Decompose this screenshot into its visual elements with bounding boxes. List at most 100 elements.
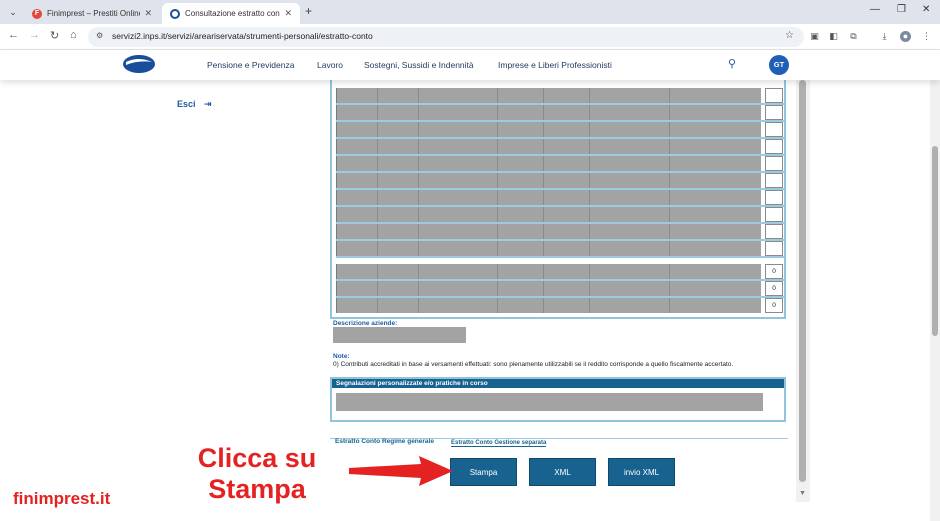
avatar[interactable]: GT xyxy=(769,55,789,75)
profile-icon[interactable]: ● xyxy=(900,31,911,42)
close-window-icon[interactable]: ✕ xyxy=(922,4,930,15)
url-text: servizi2.inps.it/servizi/areariservata/s… xyxy=(112,31,373,41)
table-row xyxy=(336,105,784,122)
close-tab-icon[interactable]: ✕ xyxy=(284,8,292,19)
reload-icon[interactable]: ↻ xyxy=(50,29,59,42)
finimprest-favicon-icon: F xyxy=(32,8,42,19)
logout-link[interactable]: Esci ⇥ xyxy=(177,99,212,110)
table-row xyxy=(336,224,784,241)
table-cell xyxy=(765,207,783,222)
table-row xyxy=(336,122,784,139)
row-separator xyxy=(336,256,784,258)
brand-watermark: finimprest.it xyxy=(13,489,111,508)
redacted-cells xyxy=(336,224,761,239)
redacted-cells xyxy=(336,241,761,256)
table-cell: 0 xyxy=(765,264,783,279)
table-cell xyxy=(765,122,783,137)
tab-regime-generale[interactable]: Estratto Conto Regime generale xyxy=(335,438,434,445)
redacted-cells xyxy=(336,190,761,205)
home-icon[interactable]: ⌂ xyxy=(70,29,77,41)
table-row xyxy=(336,139,784,156)
table-cell xyxy=(765,105,783,120)
browser-toolbar: ← → ↻ ⌂ ⚙ servizi2.inps.it/servizi/arear… xyxy=(0,24,940,50)
redacted-cells xyxy=(336,156,761,171)
search-icon[interactable]: ⚲ xyxy=(728,57,736,70)
close-tab-icon[interactable]: ✕ xyxy=(144,8,152,19)
tab-finimprest[interactable]: F Finimprest – Prestiti Online | Fi ✕ xyxy=(24,3,160,24)
extension-icon[interactable]: ▣ xyxy=(809,31,820,42)
nav-lavoro[interactable]: Lavoro xyxy=(317,60,343,70)
extension-badge-icon[interactable]: ◧ xyxy=(828,31,839,42)
table-cell xyxy=(765,190,783,205)
extensions-puzzle-icon[interactable]: ⧉ xyxy=(848,31,859,42)
inps-logo-icon[interactable] xyxy=(121,54,157,74)
table-cell xyxy=(765,156,783,171)
table-row xyxy=(336,88,784,105)
table-row xyxy=(336,207,784,224)
table-cell xyxy=(765,241,783,256)
print-button[interactable]: Stampa xyxy=(450,458,517,486)
restore-icon[interactable]: ❐ xyxy=(897,4,906,15)
notes-label: Note: xyxy=(333,353,350,360)
redacted-cells xyxy=(336,88,761,103)
tab-search-icon[interactable]: ⌄ xyxy=(6,5,20,19)
nav-imprese[interactable]: Imprese e Liberi Professionisti xyxy=(498,60,612,70)
inner-scrollbar[interactable]: ▼ xyxy=(796,80,810,502)
page-scrollbar[interactable] xyxy=(930,80,940,521)
inner-scroll-thumb[interactable] xyxy=(799,80,806,482)
table-cell xyxy=(765,88,783,103)
address-bar[interactable]: ⚙ servizi2.inps.it/servizi/areariservata… xyxy=(88,27,804,47)
callout-text: Clicca su Stampa xyxy=(197,443,317,504)
callout-arrow-icon xyxy=(349,456,453,486)
nav-pensione[interactable]: Pensione e Previdenza xyxy=(207,60,294,70)
table-row: 0 xyxy=(336,264,784,281)
logout-label: Esci xyxy=(177,99,196,109)
page-scroll-thumb[interactable] xyxy=(932,146,938,336)
bookmark-star-icon[interactable]: ☆ xyxy=(785,30,794,41)
tab-gestione-separata[interactable]: Estratto Conto Gestione separata xyxy=(451,440,547,447)
download-icon[interactable]: ⤓ xyxy=(879,31,890,42)
table-row: 0 xyxy=(336,298,784,313)
redacted-cells xyxy=(336,298,761,313)
site-info-icon[interactable]: ⚙ xyxy=(96,31,103,40)
companies-description-redacted xyxy=(333,327,466,343)
logout-icon: ⇥ xyxy=(204,99,212,109)
browser-tab-strip: ⌄ F Finimprest – Prestiti Online | Fi ✕ … xyxy=(0,0,940,24)
table-row xyxy=(336,241,784,258)
table-cell xyxy=(765,224,783,239)
table-cell xyxy=(765,139,783,154)
contributions-table: 0 0 0 xyxy=(330,80,786,319)
table-cell xyxy=(765,173,783,188)
table-row xyxy=(336,173,784,190)
tab-estratto-conto[interactable]: Consultazione estratto conto ✕ xyxy=(162,3,300,24)
tab-title: Consultazione estratto conto xyxy=(185,9,281,18)
inps-favicon-icon xyxy=(170,8,180,19)
table-row xyxy=(336,190,784,207)
minimize-icon[interactable]: — xyxy=(870,4,880,15)
send-xml-button[interactable]: invio XML xyxy=(608,458,675,486)
menu-kebab-icon[interactable]: ⋮ xyxy=(921,31,932,42)
redacted-cells xyxy=(336,122,761,137)
redacted-cells xyxy=(336,207,761,222)
redacted-cells xyxy=(336,264,761,279)
signals-redacted xyxy=(336,393,763,411)
scroll-down-icon[interactable]: ▼ xyxy=(799,490,806,497)
nav-sostegni[interactable]: Sostegni, Sussidi e Indennità xyxy=(364,60,474,70)
tab-title: Finimprest – Prestiti Online | Fi xyxy=(47,9,140,18)
new-tab-icon[interactable]: + xyxy=(305,4,312,18)
table-cell: 0 xyxy=(765,281,783,296)
forward-icon[interactable]: → xyxy=(29,29,40,41)
site-header: Pensione e Previdenza Lavoro Sostegni, S… xyxy=(0,50,940,80)
xml-button[interactable]: XML xyxy=(529,458,596,486)
signals-panel: Segnalazioni personalizzate e/o pratiche… xyxy=(330,377,786,422)
redacted-cells xyxy=(336,173,761,188)
redacted-cells xyxy=(336,139,761,154)
back-icon[interactable]: ← xyxy=(8,29,19,41)
redacted-cells xyxy=(336,105,761,120)
table-cell: 0 xyxy=(765,298,783,313)
companies-description-label: Descrizione aziende: xyxy=(333,320,398,327)
table-row xyxy=(336,156,784,173)
table-row: 0 xyxy=(336,281,784,298)
signals-title: Segnalazioni personalizzate e/o pratiche… xyxy=(332,379,784,388)
redacted-cells xyxy=(336,281,761,296)
